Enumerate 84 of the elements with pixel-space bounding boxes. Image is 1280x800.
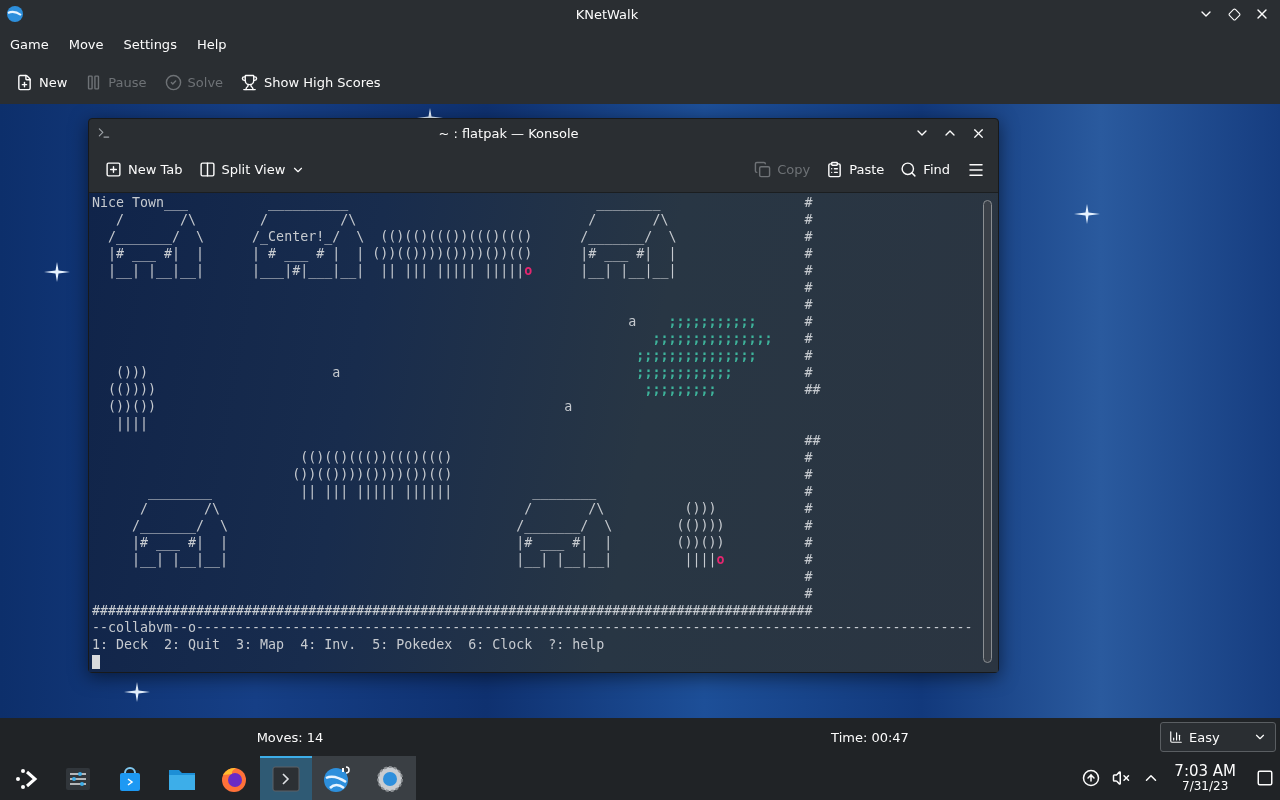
terminal-line: #	[804, 347, 813, 364]
check-circle-icon	[164, 73, 182, 91]
gear-globe-icon	[376, 765, 404, 793]
toolbar-button[interactable]: Find	[894, 156, 956, 183]
difficulty-dropdown[interactable]: Easy	[1160, 722, 1276, 752]
terminal-line: #	[804, 500, 813, 517]
terminal-line: ##########################################################################################	[92, 602, 813, 619]
terminal-line: |# ___ #| | |# ___ #| | ())())	[131, 534, 726, 551]
toolbar-button[interactable]: Show High Scores	[235, 68, 387, 96]
terminal-line: #	[804, 483, 813, 500]
terminal-line: #	[804, 279, 813, 296]
terminal-line: ________ || ||| ||||| |||||| ________	[147, 483, 598, 500]
new-file-icon	[16, 73, 33, 91]
terminal-line: |__| |__|__| |__| |__|__| ||||o	[131, 551, 726, 568]
terminal-line: #	[804, 262, 813, 279]
browser-icon	[220, 765, 248, 793]
terminal-line: #	[804, 296, 813, 313]
terminal-line: --collabvm--o-------------------------------------------------------------------------------------------------	[92, 619, 973, 636]
clock-time: 7:03 AM	[1174, 763, 1236, 780]
square-icon	[1256, 769, 1274, 787]
terminal-line: (()))) ;;;;;;;;;	[107, 381, 718, 398]
terminal-line: #	[804, 517, 813, 534]
sliders-icon	[64, 765, 92, 793]
terminal-line: |__| |__|__| |___|#|___|__| || ||| ||||| |||||o |__| |__|__|	[107, 262, 678, 279]
terminal-line: ())()) a	[107, 398, 573, 415]
terminal-line: ;;;;;;;;;;;;;;;	[651, 330, 774, 347]
menu-item[interactable]: Help	[188, 32, 235, 56]
time-counter: Time: 00:47	[830, 729, 910, 745]
taskbar-app-button[interactable]	[364, 756, 416, 800]
terminal-line: ||||	[115, 415, 149, 432]
menu-item[interactable]: Settings	[115, 32, 185, 56]
toolbar-button[interactable]: New Tab	[99, 156, 189, 183]
columns-icon	[198, 161, 216, 178]
update-icon	[1082, 769, 1101, 787]
toolbar-button[interactable]: New	[10, 68, 74, 96]
terminal-line: /_______/ \ /_______/ \ (())))	[131, 517, 726, 534]
terminal-line: #	[804, 330, 813, 347]
terminal-line: #	[804, 194, 813, 211]
signal-bars-icon	[1169, 730, 1183, 744]
terminal-line: |# ___ #| | | # ___ # | | ())(())))())))())(() |# ___ #| |	[107, 245, 678, 262]
terminal-line: ())(())))())))())(()	[291, 466, 454, 483]
terminal-line: #	[804, 313, 813, 330]
toolbar-button[interactable]: Split View	[192, 156, 312, 183]
launcher-icon	[13, 766, 39, 792]
terminal-line: 1: Deck 2: Quit 3: Map 4: Inv. 5: Pokedex 6: Clock ?: help	[92, 636, 605, 653]
globe-icon	[6, 5, 24, 23]
window-title: ~ : flatpak — Konsole	[437, 125, 580, 141]
toolbar-button[interactable]: Paste	[820, 156, 891, 183]
terminal-line: ())) a ;;;;;;;;;;;;	[115, 364, 734, 381]
moves-counter: Moves: 14	[255, 729, 325, 745]
taskbar-app-button[interactable]	[312, 756, 364, 800]
menu-item[interactable]: Move	[60, 32, 112, 56]
terminal-line: Nice Town___ __________ ________	[92, 194, 662, 211]
terminal-line: ##	[804, 432, 821, 449]
search-icon	[900, 161, 918, 178]
terminal-line: (()(()((())((()((()	[299, 449, 454, 466]
plus-square-icon	[105, 161, 122, 178]
clock-date: 7/31/23	[1182, 779, 1229, 793]
muted-speaker-icon	[1112, 769, 1131, 787]
menu-item[interactable]: Game	[2, 32, 57, 56]
terminal-line: #	[804, 449, 813, 466]
terminal-line: / /\ / /\ ()))	[139, 500, 718, 517]
terminal-line: /_______/ \ /_Center!_/ \ (()(()((())((()((() /_______/ \	[107, 228, 678, 245]
clipboard-icon	[826, 161, 844, 178]
terminal-icon	[97, 126, 111, 140]
terminal-line: a ;;;;;;;;;;;	[627, 313, 758, 330]
terminal-line: ##	[804, 381, 821, 398]
terminal-line: #	[804, 551, 813, 568]
terminal-line: ;;;;;;;;;;;;;;;	[635, 347, 758, 364]
terminal-line: / /\ / /\ / /\	[115, 211, 670, 228]
window-title: KNetWalk	[574, 6, 640, 22]
copy-icon	[754, 161, 772, 178]
terminal-line: #	[804, 534, 813, 551]
terminal-line: #	[804, 211, 813, 228]
terminal-line: #	[804, 466, 813, 483]
terminal-line: #	[804, 228, 813, 245]
scrollbar[interactable]	[983, 200, 992, 663]
terminal-line: #	[804, 585, 813, 602]
terminal-line: #	[804, 245, 813, 262]
terminal-icon	[271, 765, 301, 793]
terminal-line: #	[804, 568, 813, 585]
diamond-icon	[1227, 7, 1241, 21]
trophy-icon	[241, 73, 259, 91]
terminal-line: #	[804, 364, 813, 381]
